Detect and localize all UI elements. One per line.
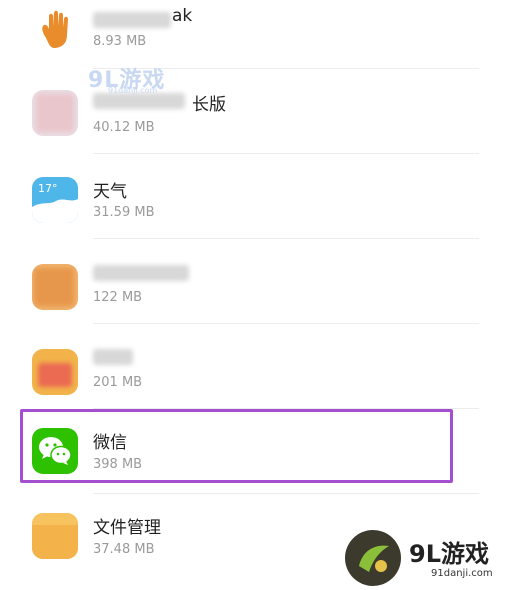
blurred-app-icon: [32, 264, 78, 310]
app-name: 文件管理: [93, 518, 161, 538]
app-list-item[interactable]: 201 MB: [0, 323, 515, 409]
app-size: 31.59 MB: [93, 205, 155, 220]
weather-temperature: 17°: [38, 182, 58, 195]
watermark-subtext: 91danji.com: [431, 568, 493, 579]
app-size: 201 MB: [93, 375, 143, 390]
app-size: 122 MB: [93, 290, 143, 305]
highlight-box: [20, 409, 453, 483]
watermark-logo: 9L游戏 91danji.com: [88, 62, 198, 96]
app-size: 40.12 MB: [93, 120, 155, 135]
redacted-app-name: [93, 349, 133, 365]
app-list-item[interactable]: ak 8.93 MB: [0, 0, 515, 69]
app-list-item[interactable]: 122 MB: [0, 238, 515, 324]
watermark-logo-bottom: 9L游戏 91danji.com: [345, 530, 515, 586]
app-list-item[interactable]: 长版 40.12 MB: [0, 68, 515, 154]
blurred-app-icon: [32, 90, 78, 136]
app-size: 37.48 MB: [93, 542, 155, 557]
redacted-app-name: [93, 12, 171, 28]
hand-icon: [32, 8, 78, 54]
redacted-app-name: [93, 265, 189, 281]
watermark-subtext: 91danji.com: [108, 86, 158, 95]
app-name-suffix: ak: [172, 6, 193, 26]
app-name: 天气: [93, 182, 127, 202]
blurred-app-icon: [32, 349, 78, 395]
weather-icon: 17°: [32, 177, 78, 223]
watermark-text: 9L游戏: [409, 540, 489, 568]
folder-icon: [32, 513, 78, 559]
watermark-emblem-icon: [345, 530, 401, 586]
app-size: 8.93 MB: [93, 34, 147, 49]
app-list-item[interactable]: 17° 天气 31.59 MB: [0, 153, 515, 239]
